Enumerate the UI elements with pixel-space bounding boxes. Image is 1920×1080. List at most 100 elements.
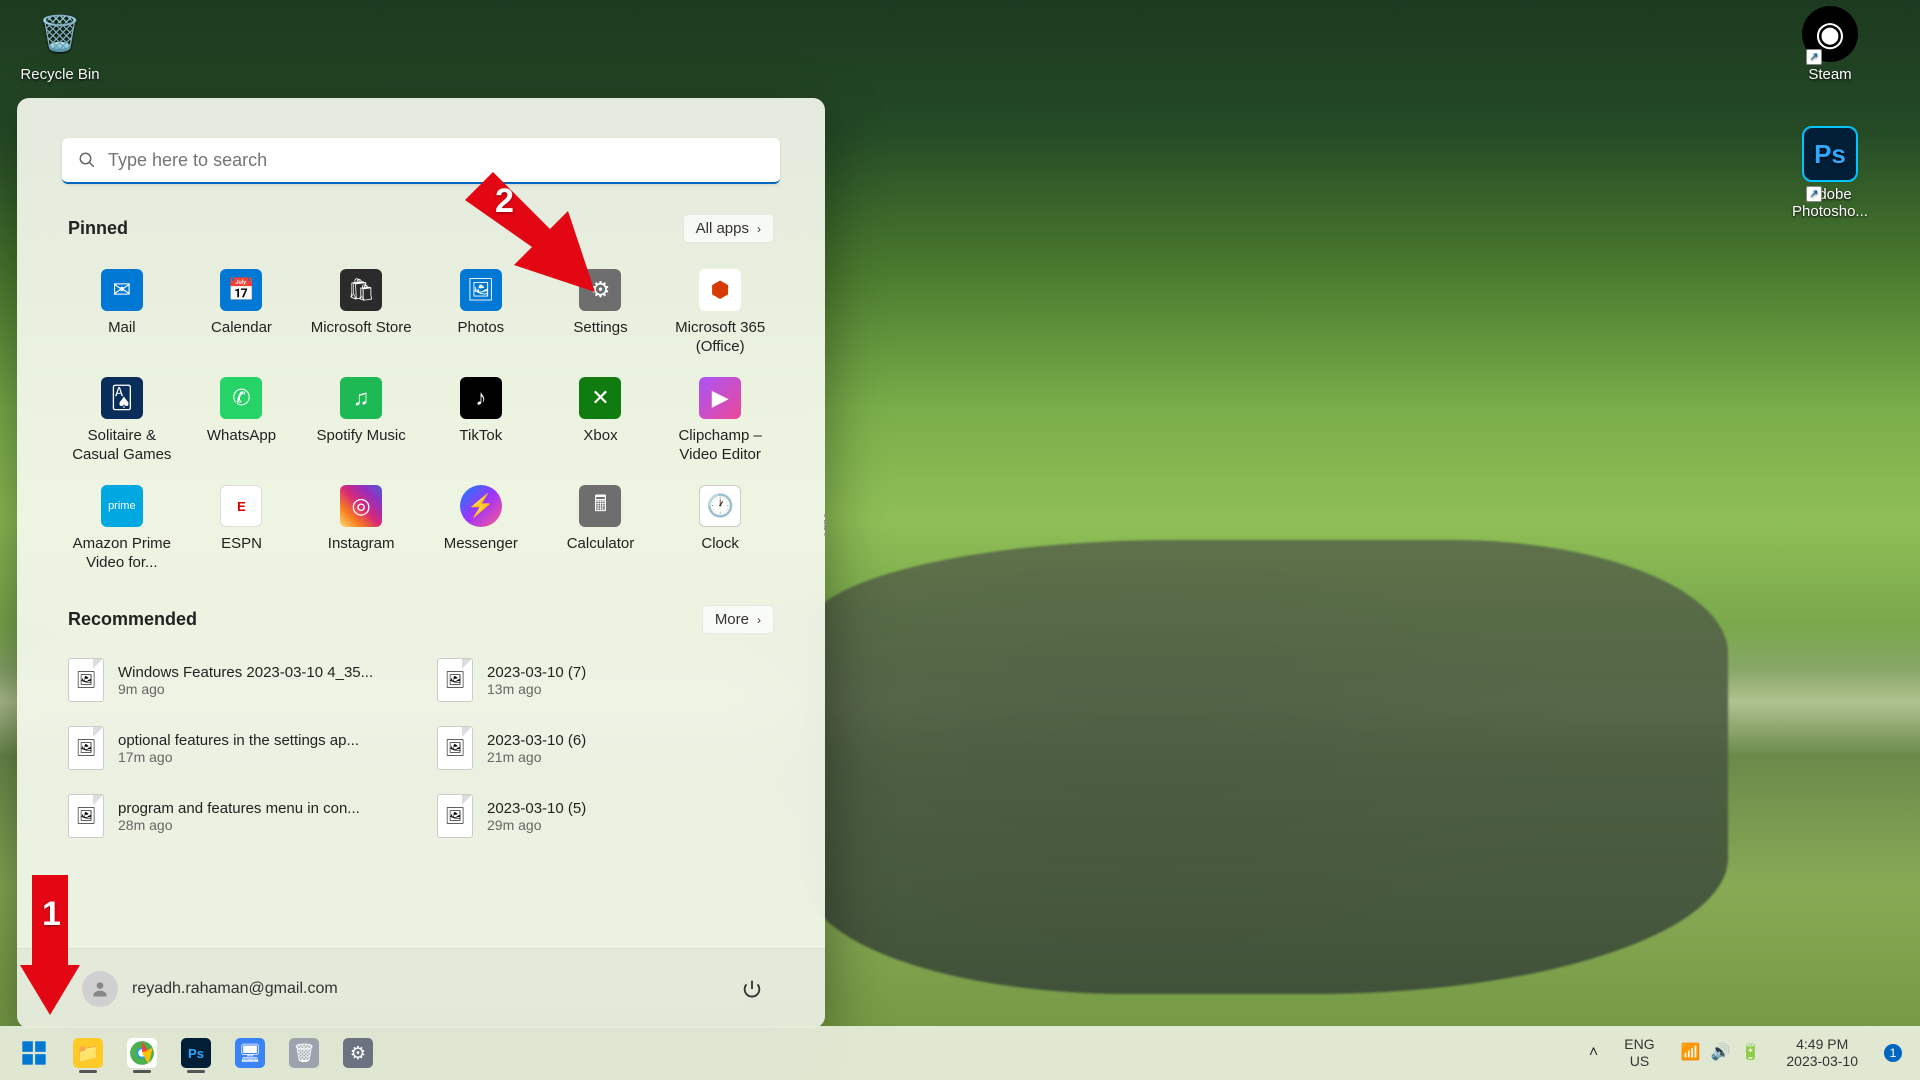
whatsapp-icon: ✆ xyxy=(220,377,262,419)
image-file-icon: 🖼 xyxy=(437,794,473,838)
pinned-app-settings[interactable]: ⚙Settings xyxy=(541,261,661,363)
image-file-icon: 🖼 xyxy=(437,726,473,770)
desktop-icon-label: Steam xyxy=(1780,66,1880,83)
pinned-app-xbox[interactable]: ✕Xbox xyxy=(541,369,661,471)
taskbar-chrome[interactable] xyxy=(118,1031,166,1075)
pinned-app-calculator[interactable]: 🖩Calculator xyxy=(541,477,661,579)
lang-line1: ENG xyxy=(1624,1036,1654,1053)
recommended-item[interactable]: 🖼2023-03-10 (7)13m ago xyxy=(431,650,780,710)
more-label: More xyxy=(715,611,749,628)
monitor-icon: 🖥 xyxy=(235,1038,265,1068)
chrome-icon xyxy=(127,1038,157,1068)
recommended-item[interactable]: 🖼optional features in the settings ap...… xyxy=(62,718,411,778)
pinned-app-solitaire[interactable]: 🂡Solitaire & Casual Games xyxy=(62,369,182,471)
disk-cleanup-icon: 🗑 xyxy=(289,1038,319,1068)
taskbar-file-explorer[interactable]: 📁 xyxy=(64,1031,112,1075)
messenger-icon: ⚡ xyxy=(460,485,502,527)
pinned-app-messenger[interactable]: ⚡Messenger xyxy=(421,477,541,579)
search-icon xyxy=(78,151,96,169)
ms365-icon: ⬢ xyxy=(699,269,741,311)
shortcut-arrow-icon: ↗ xyxy=(1806,186,1822,202)
power-icon xyxy=(741,978,763,1000)
espn-icon: E xyxy=(220,485,262,527)
taskbar-clock[interactable]: 4:49 PM 2023-03-10 xyxy=(1778,1032,1866,1074)
start-menu: Pinned All apps › ✉Mail 📅Calendar 🛍Micro… xyxy=(17,98,825,1028)
photoshop-icon: Ps xyxy=(1802,126,1858,182)
taskbar-photoshop[interactable]: Ps xyxy=(172,1031,220,1075)
recommended-item[interactable]: 🖼Windows Features 2023-03-10 4_35...9m a… xyxy=(62,650,411,710)
taskbar-app-screenrec[interactable]: 🖥 xyxy=(226,1031,274,1075)
all-apps-button[interactable]: All apps › xyxy=(683,214,774,243)
recycle-bin-icon: 🗑️ xyxy=(32,6,88,62)
power-button[interactable] xyxy=(734,971,770,1007)
page-indicator-dots[interactable]: ⋮⋮ xyxy=(817,518,833,534)
desktop-icon-photoshop[interactable]: Ps ↗ Adobe Photosho... xyxy=(1780,126,1880,220)
start-search[interactable] xyxy=(62,138,780,184)
notification-badge: 1 xyxy=(1884,1044,1902,1062)
recommended-item[interactable]: 🖼program and features menu in con...28m … xyxy=(62,786,411,846)
taskbar-settings[interactable]: ⚙ xyxy=(334,1031,382,1075)
windows-logo-icon xyxy=(19,1038,49,1068)
tiktok-icon: ♪ xyxy=(460,377,502,419)
chevron-right-icon: › xyxy=(757,222,761,236)
desktop-icon-steam[interactable]: ◉ ↗ Steam xyxy=(1780,6,1880,83)
pinned-app-whatsapp[interactable]: ✆WhatsApp xyxy=(182,369,302,471)
more-button[interactable]: More › xyxy=(702,605,774,634)
pinned-app-store[interactable]: 🛍Microsoft Store xyxy=(301,261,421,363)
chevron-up-icon: ˄ xyxy=(1589,1043,1598,1062)
chevron-right-icon: › xyxy=(757,613,761,627)
taskbar-app-cleanup[interactable]: 🗑 xyxy=(280,1031,328,1075)
pinned-app-ms365[interactable]: ⬢Microsoft 365 (Office) xyxy=(660,261,780,363)
all-apps-label: All apps xyxy=(696,220,749,237)
recommended-item[interactable]: 🖼2023-03-10 (5)29m ago xyxy=(431,786,780,846)
recommended-item[interactable]: 🖼2023-03-10 (6)21m ago xyxy=(431,718,780,778)
gear-icon: ⚙ xyxy=(343,1038,373,1068)
photoshop-icon: Ps xyxy=(181,1038,211,1068)
image-file-icon: 🖼 xyxy=(68,726,104,770)
notification-center-button[interactable]: 1 xyxy=(1876,1040,1910,1066)
start-button[interactable] xyxy=(10,1031,58,1075)
spotify-icon: ♫ xyxy=(340,377,382,419)
desktop-icon-label: Adobe Photosho... xyxy=(1780,186,1880,220)
clock-icon: 🕐 xyxy=(699,485,741,527)
clipchamp-icon: ▶ xyxy=(699,377,741,419)
volume-icon: 🔊 xyxy=(1711,1043,1731,1062)
taskbar: 📁 Ps 🖥 🗑 ⚙ ˄ ENG US 📶 🔊 🔋 4:49 PM 2023-0… xyxy=(0,1026,1920,1080)
language-indicator[interactable]: ENG US xyxy=(1616,1032,1662,1074)
pinned-app-tiktok[interactable]: ♪TikTok xyxy=(421,369,541,471)
mail-icon: ✉ xyxy=(101,269,143,311)
shortcut-arrow-icon: ↗ xyxy=(1806,49,1822,65)
search-input[interactable] xyxy=(108,150,764,171)
recommended-list: 🖼Windows Features 2023-03-10 4_35...9m a… xyxy=(62,650,780,846)
pinned-app-clock[interactable]: 🕐Clock xyxy=(660,477,780,579)
desktop-icon-recycle-bin[interactable]: 🗑️ Recycle Bin xyxy=(10,6,110,83)
calculator-icon: 🖩 xyxy=(579,485,621,527)
xbox-icon: ✕ xyxy=(579,377,621,419)
pinned-app-mail[interactable]: ✉Mail xyxy=(62,261,182,363)
pinned-app-spotify[interactable]: ♫Spotify Music xyxy=(301,369,421,471)
image-file-icon: 🖼 xyxy=(437,658,473,702)
pinned-heading: Pinned xyxy=(68,218,128,239)
recommended-heading: Recommended xyxy=(68,609,197,630)
primevideo-icon: prime xyxy=(101,485,143,527)
folder-icon: 📁 xyxy=(73,1038,103,1068)
tray-overflow-button[interactable]: ˄ xyxy=(1581,1039,1606,1066)
battery-icon: 🔋 xyxy=(1740,1043,1760,1062)
settings-gear-icon: ⚙ xyxy=(579,269,621,311)
pinned-app-espn[interactable]: EESPN xyxy=(182,477,302,579)
instagram-icon: ◎ xyxy=(340,485,382,527)
system-tray[interactable]: 📶 🔊 🔋 xyxy=(1673,1039,1769,1066)
pinned-app-clipchamp[interactable]: ▶Clipchamp – Video Editor xyxy=(660,369,780,471)
pinned-app-calendar[interactable]: 📅Calendar xyxy=(182,261,302,363)
pinned-apps-grid: ✉Mail 📅Calendar 🛍Microsoft Store 🖼Photos… xyxy=(62,261,780,579)
photos-icon: 🖼 xyxy=(460,269,502,311)
image-file-icon: 🖼 xyxy=(68,658,104,702)
pinned-app-instagram[interactable]: ◎Instagram xyxy=(301,477,421,579)
pinned-app-primevideo[interactable]: primeAmazon Prime Video for... xyxy=(62,477,182,579)
calendar-icon: 📅 xyxy=(220,269,262,311)
user-account-button[interactable]: reyadh.rahaman@gmail.com xyxy=(72,965,348,1013)
lang-line2: US xyxy=(1624,1053,1654,1070)
pinned-app-photos[interactable]: 🖼Photos xyxy=(421,261,541,363)
wifi-icon: 📶 xyxy=(1681,1043,1701,1062)
user-avatar-icon xyxy=(82,971,118,1007)
